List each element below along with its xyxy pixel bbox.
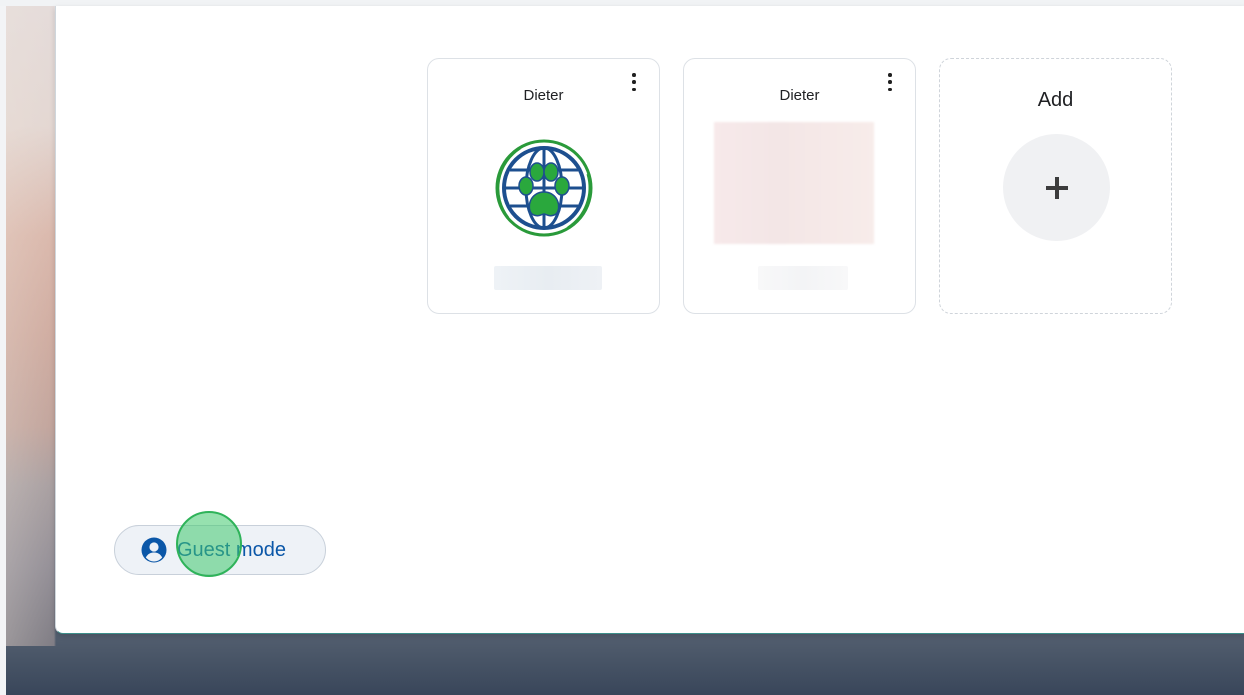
paw-globe-logo bbox=[495, 139, 593, 237]
plus-icon bbox=[1045, 176, 1068, 199]
add-profile-label: Add bbox=[1037, 89, 1074, 111]
more-options-icon[interactable] bbox=[629, 73, 639, 91]
account-circle-icon bbox=[141, 537, 167, 563]
more-options-icon[interactable] bbox=[885, 73, 895, 91]
guest-mode-label: Guest mode bbox=[177, 538, 286, 561]
profile-name: Dieter bbox=[523, 87, 564, 104]
blurred-email bbox=[758, 266, 848, 290]
blurred-avatar-photo bbox=[714, 122, 874, 244]
add-profile-card[interactable]: Add bbox=[939, 58, 1172, 314]
profile-picker-window: Dieter Dieter Add Guest mode bbox=[55, 6, 1244, 634]
blurred-email bbox=[494, 266, 602, 290]
profile-name: Dieter bbox=[779, 87, 820, 104]
profile-card[interactable]: Dieter bbox=[427, 58, 660, 314]
add-profile-button[interactable] bbox=[1003, 134, 1110, 241]
guest-mode-button[interactable]: Guest mode bbox=[114, 525, 326, 575]
profile-card[interactable]: Dieter bbox=[683, 58, 916, 314]
